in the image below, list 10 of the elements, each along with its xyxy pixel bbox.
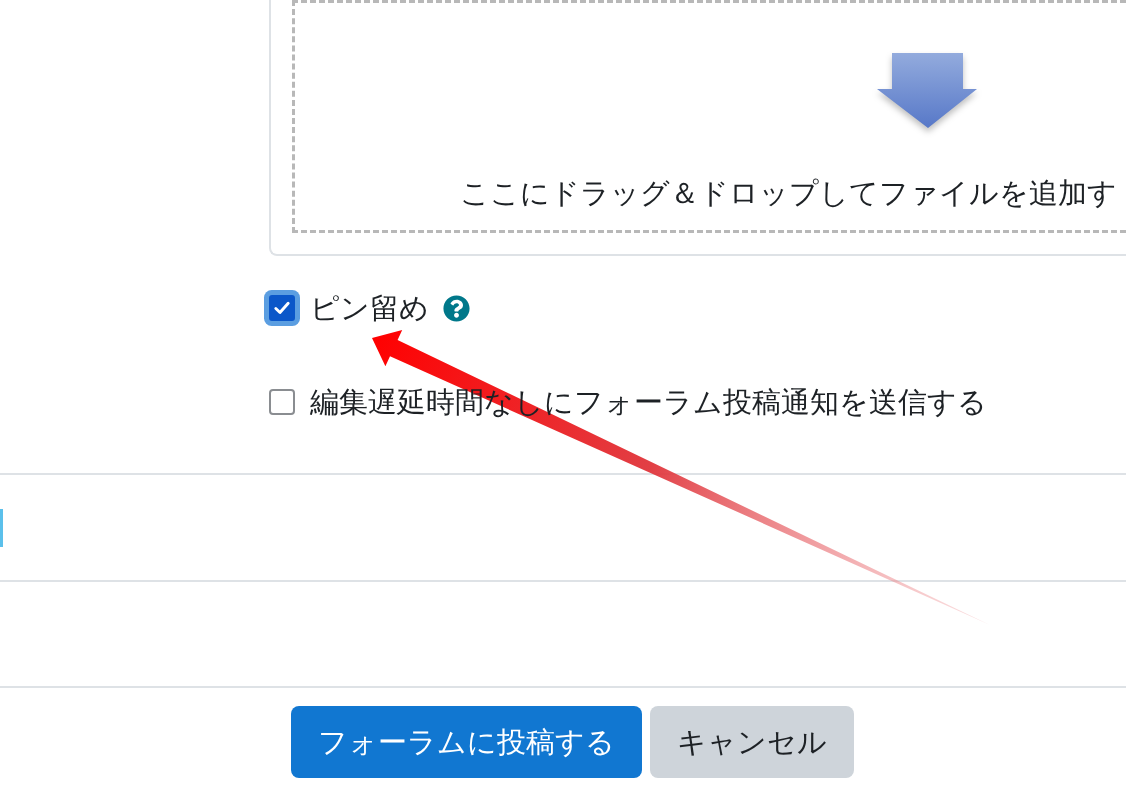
file-drop-zone[interactable]: ここにドラッグ＆ドロップしてファイルを追加す [292,0,1126,233]
post-button[interactable]: フォーラムに投稿する [291,706,642,778]
down-arrow-icon [877,53,977,128]
accent-bar [0,509,3,547]
cancel-button[interactable]: キャンセル [650,706,854,778]
drop-instruction: ここにドラッグ＆ドロップしてファイルを追加す [460,176,1118,211]
checkmark-icon [273,299,291,317]
checkbox-label: ピン留め [310,291,429,326]
checkbox[interactable] [269,389,295,415]
help-icon[interactable] [443,294,470,322]
